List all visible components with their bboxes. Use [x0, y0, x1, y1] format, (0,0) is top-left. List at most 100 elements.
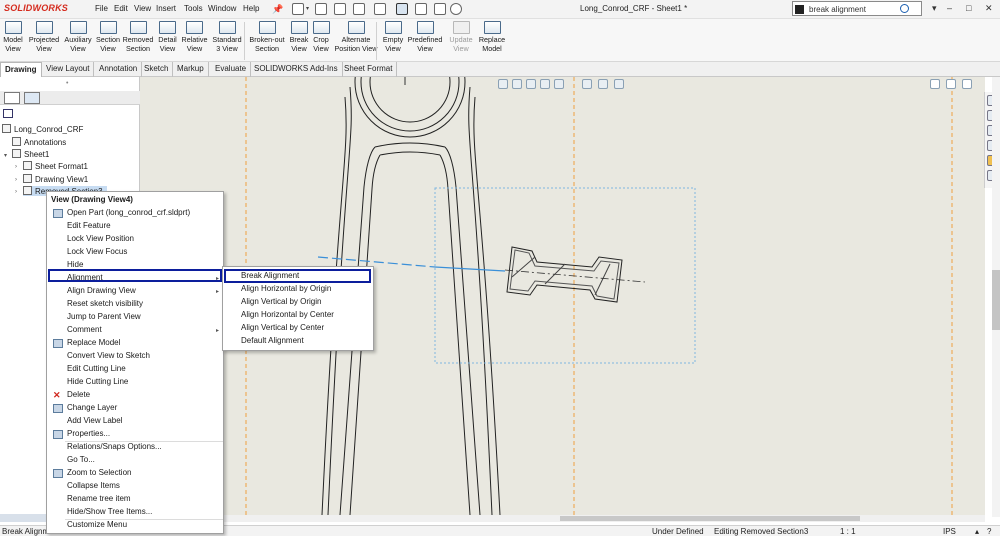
menu-item-edit-cutting-line[interactable]: Edit Cutting Line — [47, 364, 223, 377]
solidworks-logo[interactable]: SOLIDWORKS — [4, 3, 68, 13]
menu-item-zoom-to-selection[interactable]: Zoom to Selection — [47, 468, 223, 481]
tree-item-sheet-format1[interactable]: Sheet Format1 — [23, 161, 88, 171]
maximize-view-icon[interactable] — [946, 79, 956, 89]
tab-view-layout[interactable]: View Layout — [42, 62, 95, 77]
menu-item-lock-view-position[interactable]: Lock View Position — [47, 234, 223, 247]
menu-item-customize-menu[interactable]: Customize Menu — [47, 520, 223, 533]
pin-icon[interactable]: 📌 — [272, 4, 283, 15]
menu-item-collapse-items[interactable]: Collapse Items — [47, 481, 223, 494]
tab-solidworks-add-ins[interactable]: SOLIDWORKS Add-Ins — [250, 62, 343, 77]
minimize-button[interactable]: – — [947, 3, 952, 13]
menu-item-rename-tree-item[interactable]: Rename tree item — [47, 494, 223, 507]
filter-icon[interactable] — [3, 109, 13, 118]
view-settings-icon[interactable] — [598, 79, 608, 89]
tree-item-drawing-view1[interactable]: Drawing View1 — [23, 174, 88, 184]
menu-item-open-part-long-conrod-crf-sldprt[interactable]: Open Part (long_conrod_crf.sldprt) — [47, 208, 223, 221]
menu-item-edit-feature[interactable]: Edit Feature — [47, 221, 223, 234]
ribbon-alternate-position-view-button[interactable]: Alternate Position View — [334, 21, 378, 53]
save-icon[interactable] — [334, 3, 346, 15]
ribbon-auxiliary-view-button[interactable]: Auxiliary View — [62, 21, 94, 53]
new-document-icon[interactable] — [292, 3, 304, 15]
submenu-item-align-vertical-by-origin[interactable]: Align Vertical by Origin — [241, 297, 321, 306]
ribbon-update-view-button[interactable]: Update View — [446, 21, 476, 53]
menu-item-relations-snaps-options[interactable]: Relations/Snaps Options... — [47, 442, 223, 455]
menu-item-delete[interactable]: ✕ Delete — [47, 390, 223, 403]
horizontal-scroll-thumb[interactable] — [560, 516, 860, 521]
menu-item-lock-view-focus[interactable]: Lock View Focus — [47, 247, 223, 260]
search-commands-icon[interactable] — [795, 5, 804, 14]
zoom-to-fit-icon[interactable] — [498, 79, 508, 89]
tree-item-annotations[interactable]: Annotations — [12, 137, 66, 147]
close-button[interactable]: ✕ — [985, 3, 993, 14]
ribbon-replace-model-button[interactable]: Replace Model — [476, 21, 508, 53]
submenu-item-default-alignment[interactable]: Default Alignment — [241, 336, 304, 345]
new-dropdown-icon[interactable]: ▾ — [306, 5, 312, 17]
hide-show-items-icon[interactable] — [582, 79, 592, 89]
menu-help[interactable]: Help — [243, 4, 259, 13]
menu-item-add-view-label[interactable]: Add View Label — [47, 416, 223, 429]
pan-icon[interactable] — [540, 79, 550, 89]
maximize-button[interactable]: □ — [966, 3, 971, 13]
collapse-icon[interactable]: ▾ — [4, 152, 7, 159]
select-icon[interactable] — [396, 3, 408, 15]
search-icon[interactable] — [900, 4, 909, 13]
tab-drawing[interactable]: Drawing — [0, 62, 42, 77]
ribbon-empty-view-button[interactable]: Empty View — [380, 21, 406, 53]
zoom-to-area-icon[interactable] — [512, 79, 522, 89]
ribbon-section-view-button[interactable]: Section View — [94, 21, 122, 53]
help-question-icon[interactable]: ? — [987, 527, 991, 536]
appearance-icon[interactable] — [614, 79, 624, 89]
ribbon-relative-view-button[interactable]: Relative View — [180, 21, 209, 53]
undo-icon[interactable] — [374, 3, 386, 15]
help-dropdown-icon[interactable]: ▾ — [932, 3, 937, 14]
ribbon-crop-view-button[interactable]: Crop View — [310, 21, 332, 53]
expand-icon[interactable]: › — [15, 164, 17, 170]
tab-sketch[interactable]: Sketch — [140, 62, 174, 77]
ribbon-model-view-button[interactable]: Model View — [0, 21, 26, 53]
tab-markup[interactable]: Markup — [173, 62, 209, 77]
ribbon-removed-section-button[interactable]: Removed Section — [122, 21, 154, 53]
menu-item-comment[interactable]: Comment ▸ — [47, 325, 223, 338]
previous-view-icon[interactable] — [526, 79, 536, 89]
search-input[interactable]: break alignment — [792, 1, 922, 16]
menu-item-replace-model[interactable]: Replace Model — [47, 338, 223, 351]
menu-item-reset-sketch-visibility[interactable]: Reset sketch visibility — [47, 299, 223, 312]
status-scale[interactable]: 1 : 1 — [840, 527, 856, 536]
vertical-scroll-thumb[interactable] — [992, 270, 1000, 330]
units-dropdown-icon[interactable]: ▴ — [975, 527, 979, 536]
menu-insert[interactable]: Insert — [156, 4, 176, 13]
menu-edit[interactable]: Edit — [114, 4, 128, 13]
ribbon-broken-out-section-button[interactable]: Broken-out Section — [246, 21, 288, 53]
menu-item-go-to[interactable]: Go To... — [47, 455, 223, 468]
ribbon-projected-view-button[interactable]: Projected View — [26, 21, 62, 53]
submenu-item-align-horizontal-by-center[interactable]: Align Horizontal by Center — [241, 310, 334, 319]
ribbon-predefined-view-button[interactable]: Predefined View — [406, 21, 444, 53]
ribbon-standard-3-view-button[interactable]: Standard 3 View — [210, 21, 244, 53]
tab-evaluate[interactable]: Evaluate — [211, 62, 252, 77]
tree-root[interactable]: Long_Conrod_CRF — [2, 124, 83, 134]
submenu-item-align-horizontal-by-origin[interactable]: Align Horizontal by Origin — [241, 284, 331, 293]
print-icon[interactable] — [353, 3, 365, 15]
feature-manager-tab-icon[interactable] — [4, 92, 20, 104]
status-units[interactable]: IPS — [943, 527, 956, 536]
restore-view-icon[interactable] — [930, 79, 940, 89]
ribbon-break-view-button[interactable]: Break View — [288, 21, 310, 53]
menu-item-convert-view-to-sketch[interactable]: Convert View to Sketch — [47, 351, 223, 364]
close-view-icon[interactable] — [962, 79, 972, 89]
panel-handle-icon[interactable]: • — [66, 80, 68, 87]
menu-item-change-layer[interactable]: Change Layer — [47, 403, 223, 416]
menu-item-jump-to-parent-view[interactable]: Jump to Parent View — [47, 312, 223, 325]
ribbon-detail-view-button[interactable]: Detail View — [155, 21, 180, 53]
rebuild-icon[interactable] — [415, 3, 427, 15]
file-properties-icon[interactable] — [434, 3, 446, 15]
tree-item-sheet1[interactable]: Sheet1 — [12, 149, 49, 159]
menu-tools[interactable]: Tools — [184, 4, 203, 13]
menu-item-hide-cutting-line[interactable]: Hide Cutting Line — [47, 377, 223, 390]
property-manager-tab-icon[interactable] — [24, 92, 40, 104]
menu-window[interactable]: Window — [208, 4, 236, 13]
options-gear-icon[interactable] — [450, 3, 462, 15]
submenu-item-align-vertical-by-center[interactable]: Align Vertical by Center — [241, 323, 324, 332]
expand-icon[interactable]: › — [15, 177, 17, 183]
open-icon[interactable] — [315, 3, 327, 15]
tab-sheet-format[interactable]: Sheet Format — [340, 62, 398, 77]
